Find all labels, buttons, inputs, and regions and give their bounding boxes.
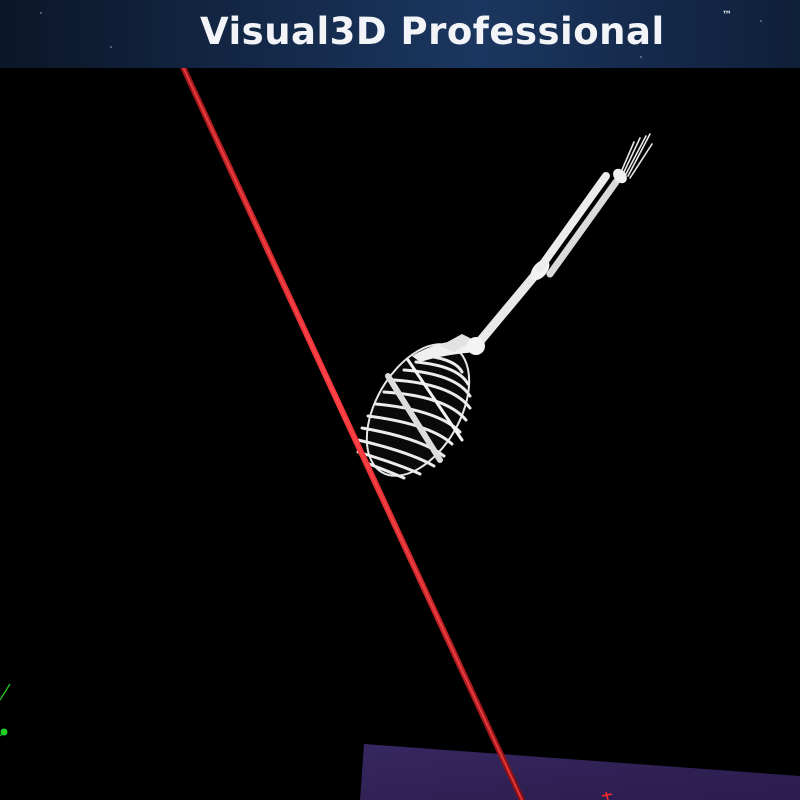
global-axes-marker	[0, 683, 11, 737]
force-plate[interactable]	[360, 744, 800, 800]
product-banner: Visual3D Professional ™	[0, 0, 800, 68]
3d-scene[interactable]	[0, 0, 800, 800]
forearm[interactable]	[536, 172, 620, 278]
trademark-symbol: ™	[722, 10, 732, 21]
banner-title: Visual3D Professional	[200, 10, 665, 53]
banner-star-decoration	[760, 20, 762, 22]
banner-star-decoration	[40, 12, 42, 14]
visual3d-window: Visual3D Professional ™	[0, 0, 800, 800]
banner-star-decoration	[640, 56, 642, 58]
banner-star-decoration	[110, 46, 112, 48]
3d-viewport[interactable]	[0, 0, 800, 800]
hand[interactable]	[610, 133, 653, 186]
